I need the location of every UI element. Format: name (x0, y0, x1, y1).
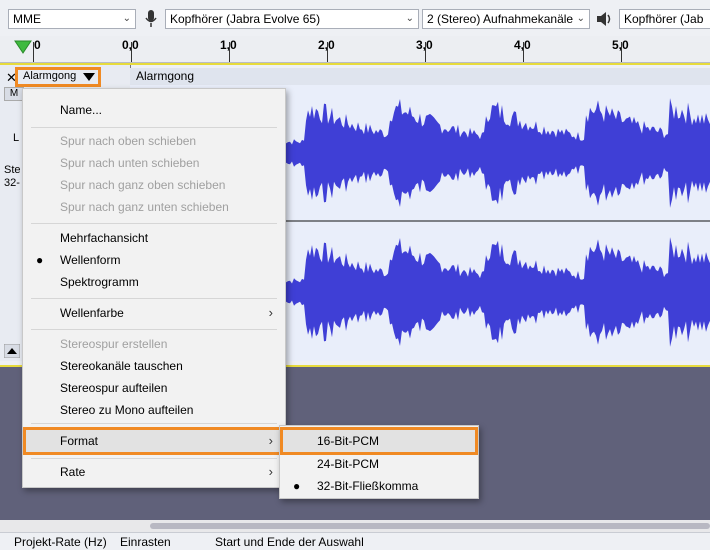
menu-item-wave-color[interactable]: Wellenfarbe › (23, 302, 285, 324)
checked-bullet-icon: ● (36, 253, 44, 267)
menu-separator (31, 329, 277, 330)
checked-bullet-icon: ● (293, 479, 301, 493)
menu-item-label: Stereo zu Mono aufteilen (60, 403, 194, 417)
pan-left-label: L (13, 132, 20, 144)
menu-item-label: Spektrogramm (60, 275, 139, 289)
snap-label: Einrasten (120, 535, 171, 549)
chevron-down-icon: ⌄ (122, 13, 131, 24)
menu-item-multi-view[interactable]: Mehrfachansicht (23, 227, 285, 249)
timeline-ruler[interactable]: 0 0,0 1,0 2,0 3,0 4,0 5,0 (0, 36, 710, 63)
submenu-item-label: 16-Bit-PCM (317, 434, 380, 448)
microphone-icon (145, 10, 157, 27)
speaker-icon (597, 12, 611, 26)
menu-item-split-to-mono[interactable]: Stereo zu Mono aufteilen (23, 399, 285, 421)
menu-separator (31, 223, 277, 224)
menu-item-format[interactable]: Format › (23, 427, 285, 455)
channels-value: 2 (Stereo) Aufnahmekanäle (427, 12, 574, 26)
menu-item-label: Stereospur erstellen (60, 337, 168, 351)
format-24bit-pcm[interactable]: 24-Bit-PCM (280, 453, 478, 475)
chevron-down-icon: ⌄ (405, 13, 414, 24)
device-toolbar: MME ⌄ Kopfhörer (Jabra Evolve 65) ⌄ 2 (S… (0, 0, 710, 37)
channels-select[interactable]: 2 (Stereo) Aufnahmekanäle ⌄ (422, 9, 590, 29)
menu-item-label: Format (60, 434, 99, 448)
menu-item-label: Spur nach unten schieben (60, 156, 200, 170)
submenu-arrow-icon: › (268, 464, 273, 479)
status-bar: Projekt-Rate (Hz) Einrasten Start und En… (0, 532, 710, 550)
dropdown-arrow-icon (83, 73, 95, 81)
menu-separator (31, 127, 277, 128)
clip-name: Alarmgong (136, 69, 195, 83)
submenu-item-label: 32-Bit-Fließkomma (317, 479, 419, 493)
menu-item-rate[interactable]: Rate › (23, 461, 285, 483)
input-device-value: Kopfhörer (Jabra Evolve 65) (170, 12, 321, 26)
input-device-select[interactable]: Kopfhörer (Jabra Evolve 65) ⌄ (165, 9, 419, 29)
menu-item-label: Name... (60, 103, 103, 117)
format-32bit-float[interactable]: ● 32-Bit-Fließkomma (280, 475, 478, 497)
play-head-icon[interactable] (14, 40, 32, 54)
menu-item-label: Wellenfarbe (60, 306, 124, 320)
host-select-value: MME (13, 12, 41, 26)
menu-item-spectrogram[interactable]: Spektrogramm (23, 271, 285, 293)
format-submenu: 16-Bit-PCM 24-Bit-PCM ● 32-Bit-Fließkomm… (279, 425, 479, 499)
scrollbar-thumb[interactable] (150, 523, 710, 529)
menu-separator (31, 298, 277, 299)
menu-separator (31, 458, 277, 459)
mute-button-label: M (9, 88, 19, 99)
menu-item-swap-channels[interactable]: Stereokanäle tauschen (23, 355, 285, 377)
output-device-value: Kopfhörer (Jab (624, 12, 704, 26)
format-16bit-pcm[interactable]: 16-Bit-PCM (280, 427, 478, 455)
menu-item-label: Wellenform (60, 253, 121, 267)
collapse-track-icon[interactable] (4, 344, 20, 358)
menu-item-move-up: Spur nach oben schieben (23, 130, 285, 152)
menu-item-label: Spur nach oben schieben (60, 134, 197, 148)
menu-item-waveform[interactable]: ● Wellenform (23, 249, 285, 271)
track-name-label: Alarmgong (23, 70, 77, 82)
menu-item-label: Stereokanäle tauschen (60, 359, 183, 373)
output-device-select[interactable]: Kopfhörer (Jab (619, 9, 710, 29)
menu-item-move-bottom: Spur nach ganz unten schieben (23, 196, 285, 218)
menu-item-make-stereo: Stereospur erstellen (23, 333, 285, 355)
menu-separator (31, 423, 277, 424)
submenu-arrow-icon: › (268, 433, 273, 448)
clip-name-bar[interactable]: Alarmgong (130, 68, 710, 86)
menu-item-move-top: Spur nach ganz oben schieben (23, 174, 285, 196)
mute-button[interactable]: M (4, 87, 24, 101)
ruler-tick: 0 (34, 38, 41, 52)
menu-item-move-down: Spur nach unten schieben (23, 152, 285, 174)
horizontal-scrollbar[interactable] (0, 520, 710, 532)
chevron-down-icon: ⌄ (576, 13, 585, 24)
track-context-menu: Name... Spur nach oben schieben Spur nac… (22, 88, 286, 488)
menu-item-label: Rate (60, 465, 86, 479)
menu-item-label: Stereospur aufteilen (60, 381, 168, 395)
project-rate-label: Projekt-Rate (Hz) (14, 535, 107, 549)
submenu-arrow-icon: › (268, 305, 273, 320)
menu-item-label: Mehrfachansicht (60, 231, 149, 245)
track-name-dropdown[interactable]: Alarmgong (15, 67, 101, 87)
menu-item-label: Spur nach ganz unten schieben (60, 200, 229, 214)
track-info-line1: Ste (4, 164, 21, 176)
menu-item-name[interactable]: Name... (23, 99, 285, 121)
submenu-item-label: 24-Bit-PCM (317, 457, 380, 471)
track-info-line2: 32- (4, 177, 20, 189)
selection-label: Start und Ende der Auswahl (215, 535, 364, 549)
menu-item-split-stereo[interactable]: Stereospur aufteilen (23, 377, 285, 399)
menu-item-label: Spur nach ganz oben schieben (60, 178, 226, 192)
host-select[interactable]: MME ⌄ (8, 9, 136, 29)
